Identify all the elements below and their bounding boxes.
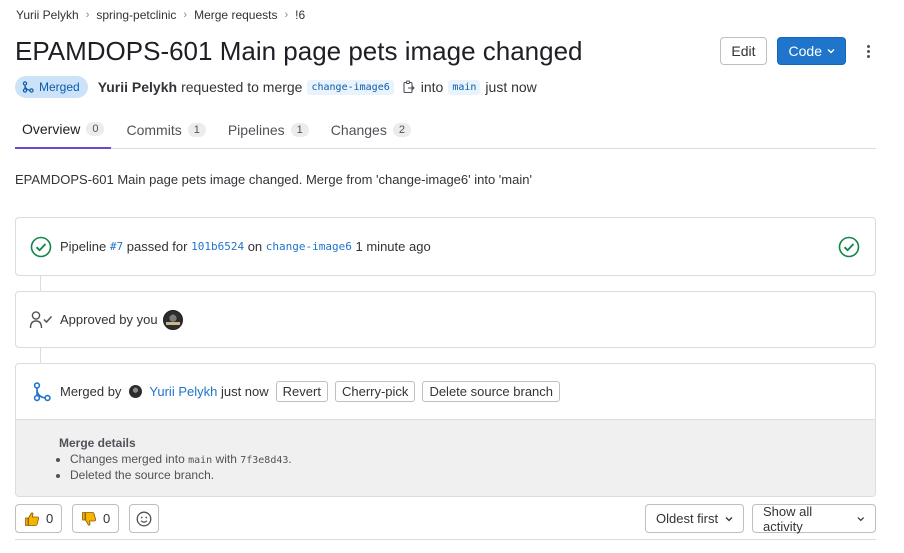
merge-details: Merge details Changes merged into main w… xyxy=(16,419,875,496)
approval-icon xyxy=(29,310,53,328)
thumbs-down-button[interactable]: 0 xyxy=(72,504,120,533)
tab-label: Changes xyxy=(330,122,387,138)
requested-text: requested to merge xyxy=(181,79,303,95)
time-text: just now xyxy=(485,79,537,95)
copy-icon[interactable] xyxy=(403,80,415,94)
breadcrumb-user[interactable]: Yurii Pelykh xyxy=(16,8,79,22)
page-title: EPAMDOPS-601 Main page pets image change… xyxy=(15,36,583,66)
thumbs-down-count: 0 xyxy=(103,511,111,526)
detail-branch: main xyxy=(188,455,213,466)
merged-by-user-link[interactable]: Yurii Pelykh xyxy=(149,384,217,399)
delete-source-branch-button[interactable]: Delete source branch xyxy=(422,381,561,402)
tab-overview[interactable]: Overview 0 xyxy=(15,111,112,149)
code-dropdown-button[interactable]: Code xyxy=(776,37,846,65)
pipeline-branch-link[interactable]: change-image6 xyxy=(266,240,352,253)
add-reaction-button[interactable] xyxy=(129,504,159,533)
breadcrumb: Yurii Pelykh › spring-petclinic › Merge … xyxy=(16,8,305,22)
divider xyxy=(15,539,876,540)
thumbs-down-icon xyxy=(82,511,97,526)
tab-commits[interactable]: Commits 1 xyxy=(119,111,212,149)
merged-by-text: Merged by xyxy=(60,384,122,399)
smile-icon xyxy=(136,511,152,526)
list-item: Deleted the source branch. xyxy=(70,468,875,483)
tab-count: 1 xyxy=(187,123,206,137)
thumbs-up-icon xyxy=(25,511,40,526)
kebab-icon[interactable] xyxy=(860,44,876,58)
merge-details-list: Changes merged into main with 7f3e8d43. … xyxy=(59,452,875,483)
pipeline-time: 1 minute ago xyxy=(355,239,431,254)
author-name[interactable]: Yurii Pelykh xyxy=(98,79,177,95)
revert-button[interactable]: Revert xyxy=(275,381,328,402)
mr-tabs: Overview 0 Commits 1 Pipelines 1 Changes… xyxy=(15,111,876,149)
sort-order-label: Oldest first xyxy=(656,511,719,526)
tab-changes[interactable]: Changes 2 xyxy=(324,111,418,149)
chevron-down-icon xyxy=(827,49,835,54)
merge-icon xyxy=(22,81,34,93)
tab-pipelines[interactable]: Pipelines 1 xyxy=(221,111,316,149)
code-button-label: Code xyxy=(788,43,822,59)
tab-count: 2 xyxy=(392,123,411,137)
thumbs-up-count: 0 xyxy=(46,511,54,526)
detail-prefix: Changes merged into xyxy=(70,452,185,466)
detail-end: . xyxy=(288,452,292,466)
into-text: into xyxy=(420,79,444,95)
detail-with: with xyxy=(215,452,237,466)
tab-label: Pipelines xyxy=(227,122,285,138)
merged-time: just now xyxy=(220,384,269,399)
merged-widget: Merged by Yurii Pelykh just now Revert C… xyxy=(15,363,876,497)
mr-meta: Merged Yurii Pelykh requested to merge c… xyxy=(15,76,537,98)
pipeline-widget: Pipeline #7 passed for 101b6524 on chang… xyxy=(15,217,876,276)
breadcrumb-project[interactable]: spring-petclinic xyxy=(96,8,176,22)
cherry-pick-button[interactable]: Cherry-pick xyxy=(334,381,416,402)
pipeline-commit-link[interactable]: 101b6524 xyxy=(191,240,244,253)
thumbs-up-button[interactable]: 0 xyxy=(15,504,63,533)
status-badge-label: Merged xyxy=(39,80,80,94)
chevron-down-icon xyxy=(725,516,733,521)
sort-order-dropdown[interactable]: Oldest first xyxy=(645,504,745,533)
tab-count: 1 xyxy=(290,123,309,137)
detail-commit[interactable]: 7f3e8d43 xyxy=(240,455,288,466)
edit-button[interactable]: Edit xyxy=(720,37,767,65)
pipeline-id-link[interactable]: #7 xyxy=(110,240,123,253)
chevron-right-icon: › xyxy=(85,9,90,21)
activity-bar: 0 0 Oldest first Show all activity xyxy=(15,504,876,534)
avatar[interactable] xyxy=(129,385,143,398)
chevron-down-icon xyxy=(857,516,865,521)
tab-label: Overview xyxy=(22,121,81,137)
approval-widget: Approved by you xyxy=(15,291,876,348)
status-badge: Merged xyxy=(15,76,88,98)
merge-details-title: Merge details xyxy=(59,436,136,450)
pipeline-prefix: Pipeline xyxy=(60,239,107,254)
breadcrumb-merge-requests[interactable]: Merge requests xyxy=(194,8,277,22)
activity-filter-label: Show all activity xyxy=(763,503,813,534)
chevron-right-icon: › xyxy=(284,9,289,21)
list-item: Changes merged into main with 7f3e8d43. xyxy=(70,452,875,468)
check-circle-icon[interactable] xyxy=(30,236,52,258)
check-circle-icon[interactable] xyxy=(838,236,860,258)
breadcrumb-mr-id[interactable]: !6 xyxy=(295,8,305,22)
pipeline-passed-text: passed for xyxy=(126,239,188,254)
pipeline-on-text: on xyxy=(247,239,263,254)
merge-icon xyxy=(33,381,51,401)
tab-label: Commits xyxy=(126,122,182,138)
source-branch[interactable]: change-image6 xyxy=(307,79,394,95)
chevron-right-icon: › xyxy=(183,9,188,21)
tab-count: 0 xyxy=(86,122,105,136)
approved-by-text: Approved by you xyxy=(60,312,158,327)
mr-description: EPAMDOPS-601 Main page pets image change… xyxy=(15,172,532,187)
avatar[interactable] xyxy=(162,309,183,330)
header-actions: Edit Code xyxy=(720,37,876,65)
activity-filter-dropdown[interactable]: Show all activity xyxy=(752,503,876,534)
timeline-connector xyxy=(40,276,41,291)
target-branch[interactable]: main xyxy=(448,79,481,95)
timeline-connector xyxy=(40,348,41,363)
